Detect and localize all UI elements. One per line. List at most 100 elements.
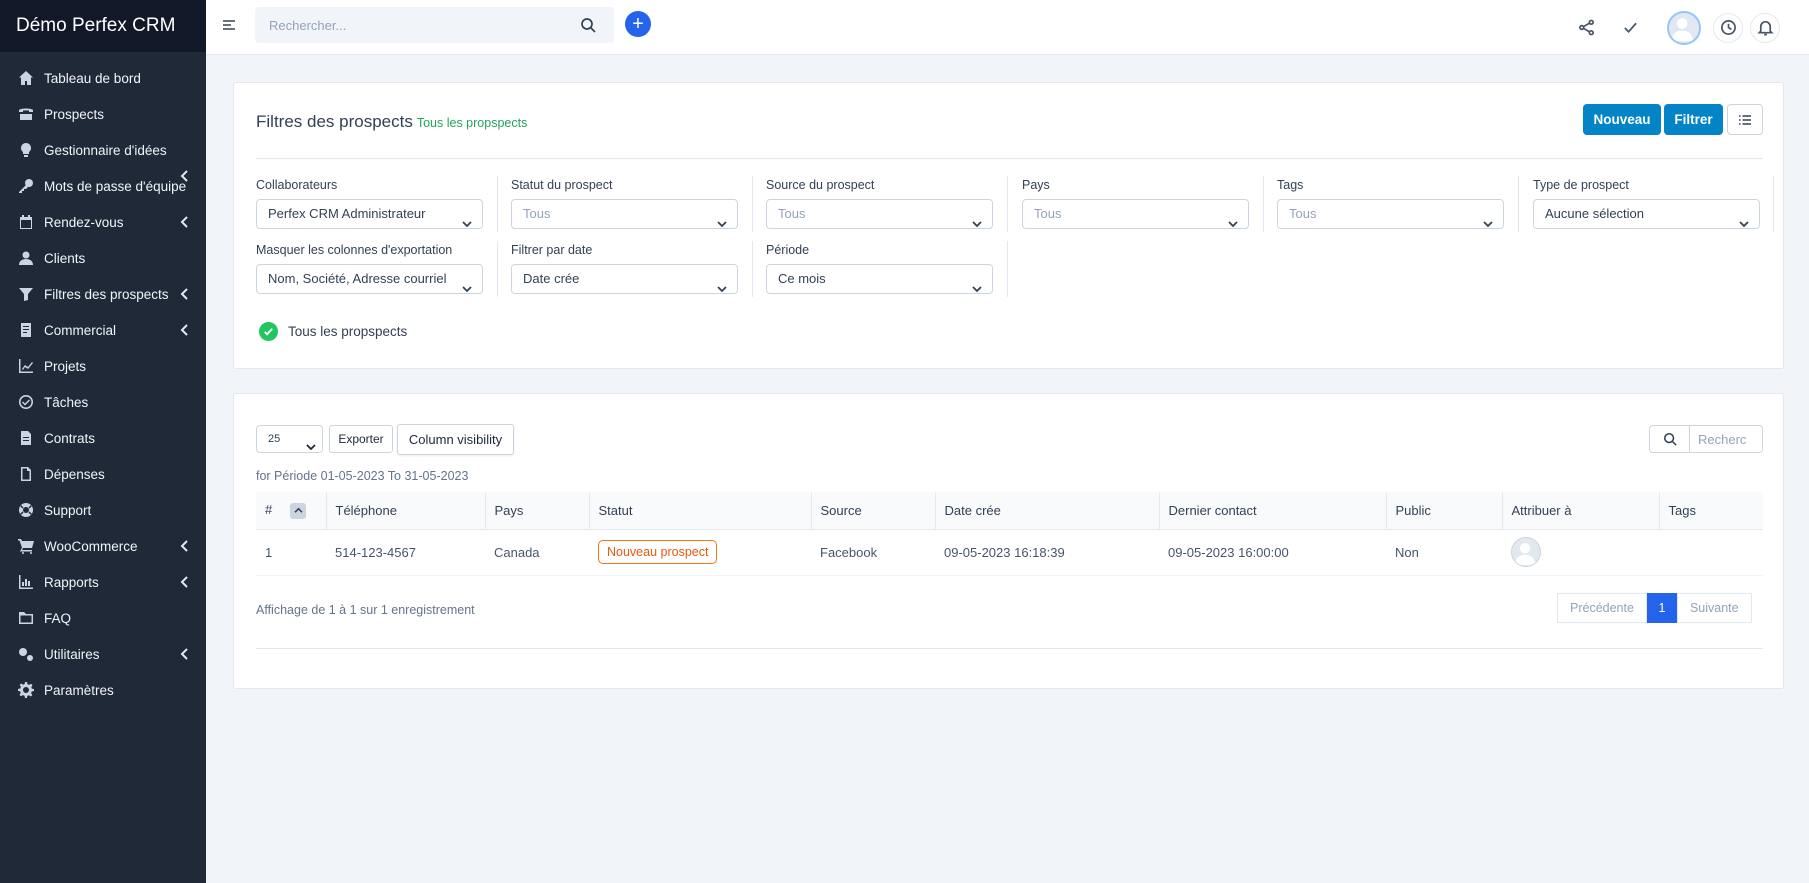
select-value: Aucune sélection (1545, 206, 1645, 221)
bell-icon[interactable] (1750, 12, 1780, 43)
filter-status: Statut du prospect Tous (511, 178, 738, 229)
column-header-public[interactable]: Public (1386, 492, 1503, 530)
sidebar-item-expenses[interactable]: Dépenses (0, 456, 206, 492)
lifebuoy-icon (16, 500, 36, 520)
quick-add-button[interactable]: + (625, 11, 651, 37)
sidebar-item-settings[interactable]: Paramètres (0, 672, 206, 708)
share-icon[interactable] (1571, 13, 1601, 43)
list-view-button[interactable] (1727, 104, 1763, 135)
sidebar-item-sales[interactable]: Commercial (0, 312, 206, 348)
chevron-down-icon (717, 210, 727, 228)
period-select[interactable]: Ce mois (766, 264, 993, 294)
new-button[interactable]: Nouveau (1583, 104, 1661, 135)
sidebar-item-woocommerce[interactable]: WooCommerce (0, 528, 206, 564)
sidebar-item-passwords[interactable]: Mots de passe d'équipe (0, 168, 206, 204)
source-select[interactable]: Tous (766, 199, 993, 229)
sidebar-item-label: Clients (44, 250, 86, 266)
column-header-number[interactable]: # (256, 492, 327, 530)
sidebar-item-label: Prospects (44, 106, 105, 122)
column-visibility-button[interactable]: Column visibility (397, 424, 514, 455)
column-header-last-contact[interactable]: Dernier contact (1159, 492, 1387, 530)
check-icon[interactable] (1615, 13, 1645, 43)
sidebar-item-tasks[interactable]: Tâches (0, 384, 206, 420)
cell-tags (1659, 529, 1763, 576)
sidebar-item-support[interactable]: Support (0, 492, 206, 528)
chevron-left-icon (180, 648, 190, 660)
chevron-down-icon (972, 210, 982, 228)
country-select[interactable]: Tous (1022, 199, 1249, 229)
sidebar-item-label: Rendez-vous (44, 214, 124, 230)
select-value: Tous (1034, 206, 1062, 221)
column-header-status[interactable]: Statut (589, 492, 812, 530)
status-select[interactable]: Tous (511, 199, 738, 229)
select-value: Date crée (523, 271, 580, 286)
filter-label: Masquer les colonnes d'exportation (256, 243, 453, 257)
column-label: # (265, 501, 273, 517)
filter-label: Filtrer par date (511, 243, 593, 257)
gear-icon (16, 680, 36, 700)
pagination-prev[interactable]: Précédente (1557, 593, 1647, 623)
column-header-assigned[interactable]: Attribuer à (1502, 492, 1660, 530)
search-icon[interactable] (580, 17, 596, 33)
sidebar-item-appointments[interactable]: Rendez-vous (0, 204, 206, 240)
filter-label: Pays (1022, 178, 1050, 192)
cell-country: Canada (485, 529, 589, 576)
filter-date-field: Filtrer par date Date crée (511, 243, 738, 294)
tags-select[interactable]: Tous (1277, 199, 1504, 229)
date-field-select[interactable]: Date crée (511, 264, 738, 294)
sidebar-item-dashboard[interactable]: Tableau de bord (0, 60, 206, 96)
column-header-source[interactable]: Source (811, 492, 936, 530)
column-header-tags[interactable]: Tags (1659, 492, 1763, 530)
table-row[interactable]: 1 514-123-4567 Canada Nouveau prospect F… (256, 529, 1763, 576)
table-search-placeholder: Recherc (1698, 432, 1747, 447)
search-placeholder: Rechercher... (269, 18, 347, 33)
sidebar-item-clients[interactable]: Clients (0, 240, 206, 276)
clock-icon[interactable] (1713, 12, 1743, 43)
column-header-phone[interactable]: Téléphone (326, 492, 486, 530)
search-icon[interactable] (1650, 426, 1690, 452)
sidebar-nav: Tableau de bord Prospects Gestionnaire d… (0, 52, 206, 708)
lightbulb-icon (16, 140, 36, 160)
sidebar-item-contracts[interactable]: Contrats (0, 420, 206, 456)
divider (1263, 176, 1264, 232)
sidebar-item-reports[interactable]: Rapports (0, 564, 206, 600)
sidebar-item-projects[interactable]: Projets (0, 348, 206, 384)
page-length-select[interactable]: 25 (256, 425, 323, 453)
sidebar-item-prospects[interactable]: Prospects (0, 96, 206, 132)
brand-title[interactable]: Démo Perfex CRM (0, 0, 206, 52)
chevron-left-icon (180, 324, 190, 336)
divider (256, 648, 1763, 649)
cell-phone[interactable]: 514-123-4567 (326, 529, 485, 576)
status-badge[interactable]: Nouveau prospect (598, 540, 718, 564)
tty-icon (16, 104, 36, 124)
filter-button[interactable]: Filtrer (1664, 104, 1723, 135)
export-button[interactable]: Exporter (329, 425, 393, 453)
user-avatar[interactable] (1667, 10, 1701, 45)
lead-type-select[interactable]: Aucune sélection (1533, 199, 1760, 229)
chevron-down-icon (1739, 210, 1749, 228)
column-header-created[interactable]: Date crée (935, 492, 1160, 530)
pagination-next[interactable]: Suivante (1676, 593, 1752, 623)
sidebar-item-lead-filters[interactable]: Filtres des prospects (0, 276, 206, 312)
sidebar-item-label: FAQ (44, 610, 72, 626)
list-icon (1739, 114, 1751, 125)
sidebar-item-ideas[interactable]: Gestionnaire d'idées (0, 132, 206, 168)
sort-up-icon[interactable] (290, 502, 307, 519)
saved-filter-item[interactable]: Tous les propspects (259, 322, 407, 341)
select-value: Ce mois (778, 271, 826, 286)
check-circle-icon (16, 392, 36, 412)
pagination-page-1[interactable]: 1 (1646, 593, 1677, 623)
staff-select[interactable]: Perfex CRM Administrateur (256, 199, 483, 229)
search-input[interactable]: Rechercher... (255, 7, 614, 43)
table-info: Affichage de 1 à 1 sur 1 enregistrement (256, 603, 475, 617)
select-value: Perfex CRM Administrateur (268, 206, 426, 221)
sidebar-item-utilities[interactable]: Utilitaires (0, 636, 206, 672)
avatar[interactable] (1511, 537, 1541, 567)
menu-toggle-icon[interactable] (222, 18, 236, 32)
table-search[interactable]: Recherc (1649, 425, 1763, 453)
column-header-country[interactable]: Pays (485, 492, 590, 530)
cell-last-contact: 09-05-2023 16:00:00 (1159, 529, 1386, 576)
chevron-down-icon (972, 275, 982, 293)
sidebar-item-faq[interactable]: FAQ (0, 600, 206, 636)
export-columns-select[interactable]: Nom, Société, Adresse courriel (256, 264, 483, 294)
